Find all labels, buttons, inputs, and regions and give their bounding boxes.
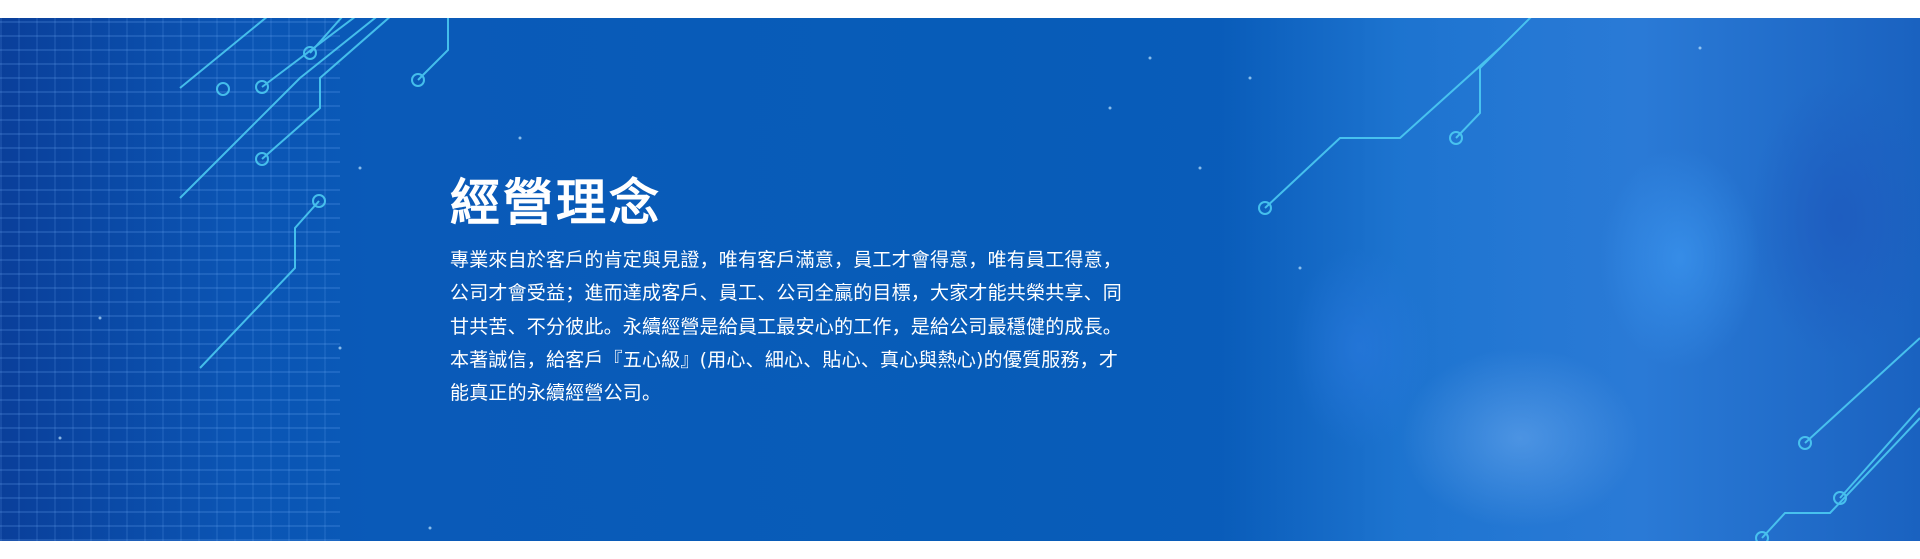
paragraph-line: 公司才會受益；進而達成客戶、員工、公司全贏的目標，大家才能共榮共享、同: [450, 282, 1123, 305]
paragraph-line: 本著誠信，給客戶『五心級』(用心、細心、貼心、真心與熱心)的優質服務，才: [450, 348, 1119, 371]
paragraph-line: 專業來自於客戶的肯定與見證，唯有客戶滿意，員工才會得意，唯有員工得意，: [450, 249, 1123, 271]
philosophy-paragraph: 專業來自於客戶的肯定與見證，唯有客戶滿意，員工才會得意，唯有員工得意， 公司才會…: [450, 244, 1122, 410]
paragraph-line: 能真正的永續經營公司。: [450, 382, 662, 405]
section-title: 經營理念: [450, 174, 662, 232]
paragraph-line: 甘共苦、不分彼此。永續經營是給員工最安心的工作，是給公司最穩健的成長。: [450, 315, 1123, 338]
